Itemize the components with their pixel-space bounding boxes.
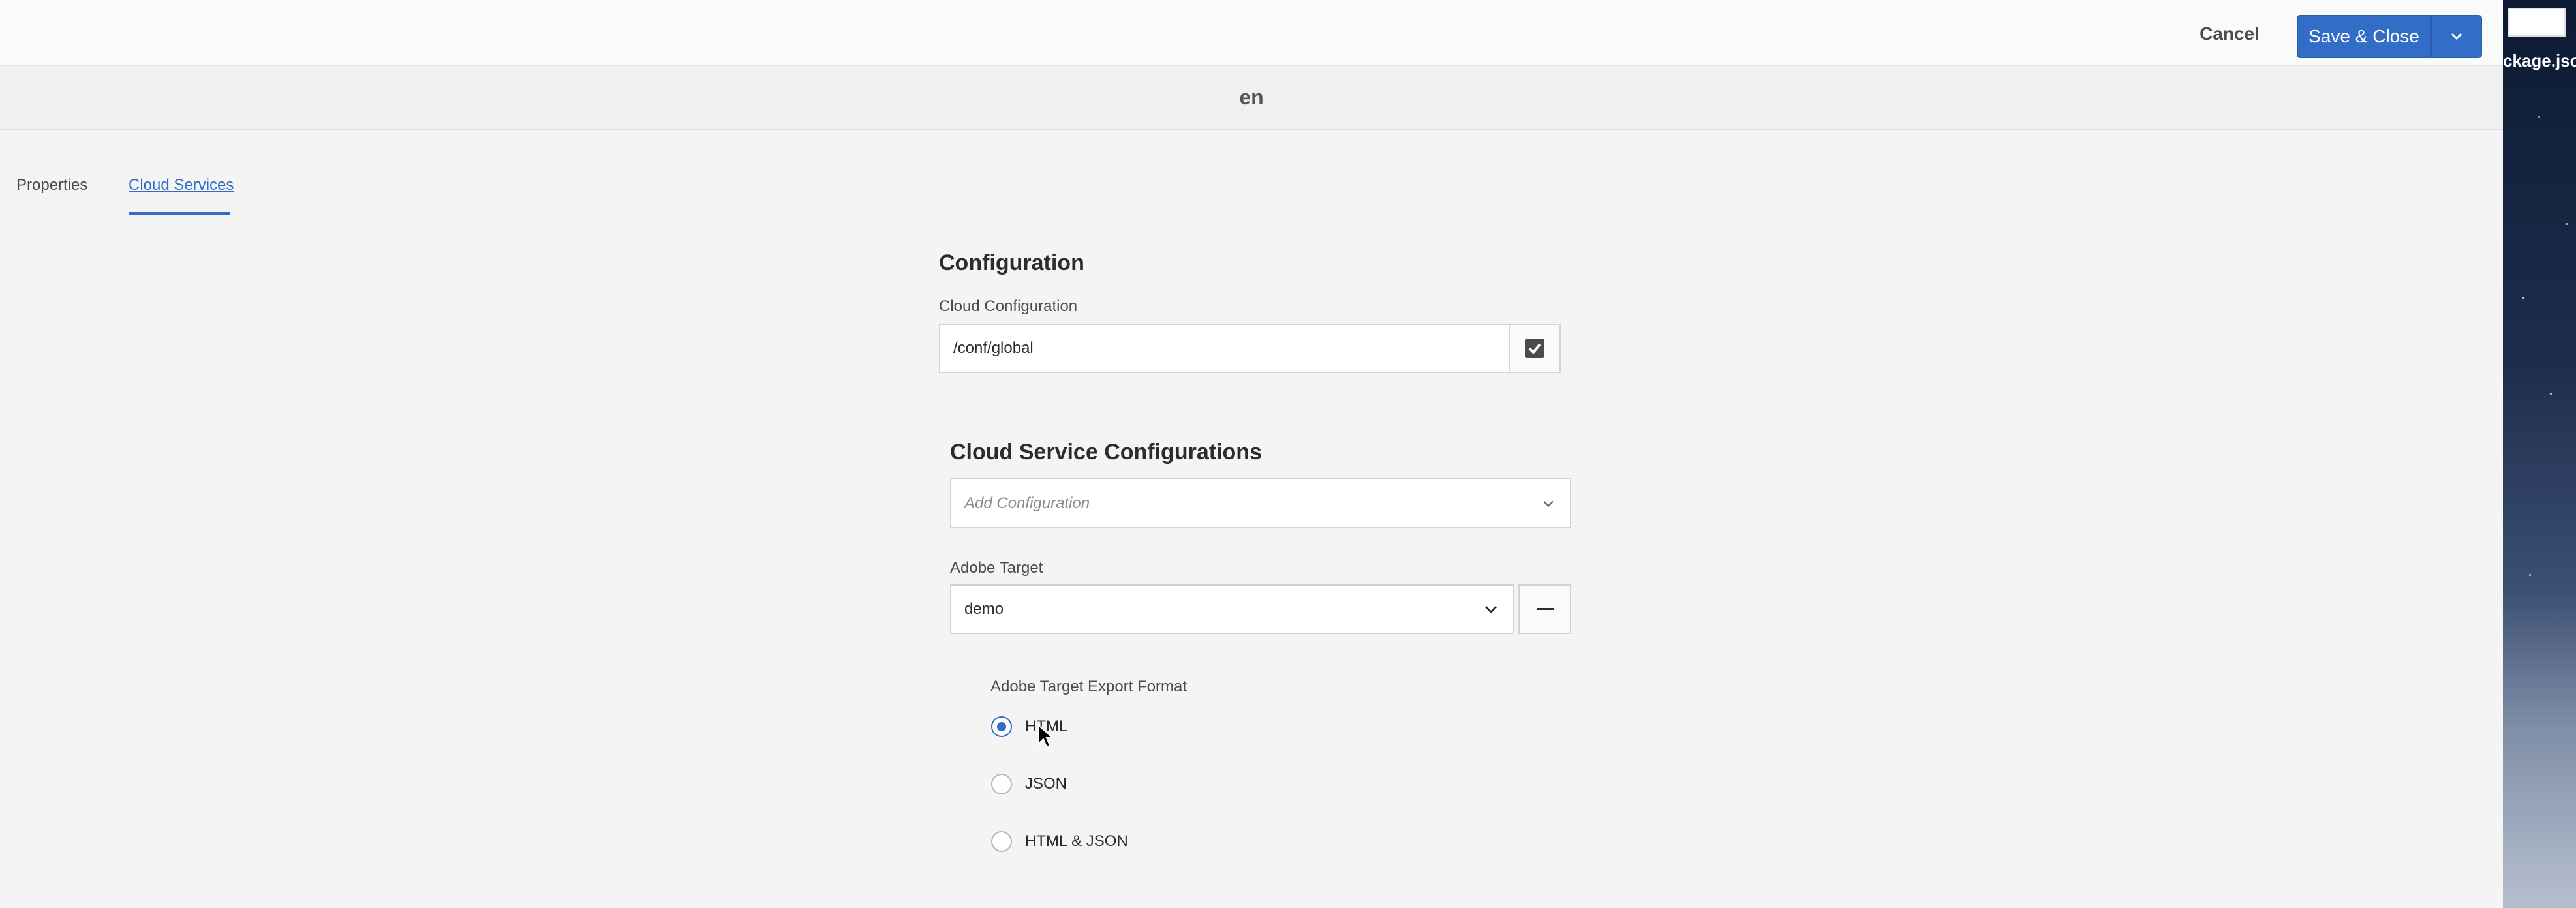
adobe-target-value: demo <box>964 600 1004 618</box>
export-format-label: Adobe Target Export Format <box>990 678 1188 695</box>
radio-option-html-and-json[interactable]: HTML & JSON <box>991 831 1128 852</box>
star-decoration <box>2529 574 2531 576</box>
radio-option-html[interactable]: HTML <box>991 716 1067 737</box>
add-configuration-placeholder: Add Configuration <box>964 494 1090 512</box>
tab-properties[interactable]: Properties <box>16 176 87 194</box>
chevron-down-icon <box>2451 33 2462 40</box>
star-decoration <box>2522 297 2524 299</box>
desktop-file-label: ckage.jso <box>2503 51 2576 70</box>
desktop-background: ckage.jso <box>2503 0 2576 908</box>
star-decoration <box>2566 223 2568 225</box>
cloud-service-configurations-heading: Cloud Service Configurations <box>950 440 1262 464</box>
radio-option-json[interactable]: JSON <box>991 774 1067 794</box>
cancel-button[interactable]: Cancel <box>2187 18 2272 50</box>
radio-button[interactable] <box>991 831 1012 852</box>
remove-configuration-button[interactable] <box>1518 584 1571 634</box>
adobe-target-label: Adobe Target <box>950 559 1043 577</box>
add-configuration-select[interactable]: Add Configuration <box>950 478 1571 528</box>
cloud-configuration-field[interactable]: /conf/global <box>939 324 1510 373</box>
save-options-dropdown[interactable] <box>2431 15 2482 58</box>
radio-button[interactable] <box>991 716 1012 737</box>
active-tab-indicator <box>129 212 230 215</box>
radio-label: JSON <box>1025 775 1067 793</box>
title-strip: en <box>0 66 2503 130</box>
checkbox-checked-icon <box>1525 339 1544 358</box>
page-title: en <box>1239 85 1264 109</box>
inherit-toggle-button[interactable] <box>1509 324 1561 373</box>
app-window: Cancel Save & Close en Properties Cloud … <box>0 0 2503 908</box>
desktop-file-icon[interactable] <box>2508 8 2566 37</box>
star-decoration <box>2538 116 2540 118</box>
configuration-heading: Configuration <box>939 250 1084 275</box>
chevron-down-icon <box>1484 605 1497 613</box>
save-and-close-button[interactable]: Save & Close <box>2297 15 2431 58</box>
radio-label: HTML & JSON <box>1025 832 1128 850</box>
minus-icon <box>1536 608 1554 610</box>
radio-button[interactable] <box>991 774 1012 794</box>
cloud-configuration-value: /conf/global <box>953 339 1034 357</box>
mouse-pointer-icon <box>1038 724 1054 748</box>
tab-cloud-services[interactable]: Cloud Services <box>129 176 234 194</box>
top-action-bar: Cancel Save & Close <box>0 0 2503 66</box>
adobe-target-select[interactable]: demo <box>950 584 1514 634</box>
chevron-down-icon <box>1543 500 1554 507</box>
star-decoration <box>2550 393 2552 395</box>
cloud-configuration-label: Cloud Configuration <box>939 297 1078 315</box>
